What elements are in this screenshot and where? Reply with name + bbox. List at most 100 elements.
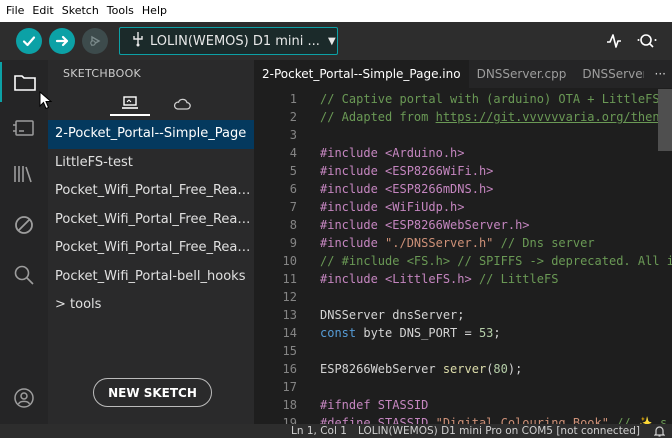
toolbar: LOLIN(WEMOS) D1 mini ... ▼	[0, 22, 672, 60]
line-number: 10	[282, 254, 297, 268]
board-name: LOLIN(WEMOS) D1 mini ...	[150, 33, 320, 49]
folder-icon	[14, 75, 36, 91]
sketchbook-panel: SKETCHBOOK 2-Pocket_Portal--Simple_Page …	[48, 60, 254, 424]
mouse-cursor	[39, 91, 53, 110]
menu-help[interactable]: Help	[138, 0, 171, 22]
line-number: 7	[289, 200, 297, 214]
library-manager-tab[interactable]	[0, 154, 48, 194]
upload-button[interactable]	[49, 28, 75, 54]
debug-icon	[15, 216, 33, 234]
menu-tools[interactable]: Tools	[103, 0, 138, 22]
panel-title: SKETCHBOOK	[63, 67, 142, 80]
code-line[interactable]: 2 // Adapted from https://git.vvvvvvaria.…	[254, 108, 672, 126]
debug-tab[interactable]	[0, 205, 48, 245]
code-line[interactable]: 19 #define STASSID "Digital Colouring Boo…	[254, 414, 672, 424]
code-line[interactable]: 1 // Captive portal with (arduino) OTA + …	[254, 90, 672, 108]
line-text: ESP8266WebServer server(80);	[320, 362, 523, 376]
verify-button[interactable]	[16, 28, 42, 54]
sketch-item[interactable]: LittleFS-test	[48, 149, 254, 178]
sketchbook-tabs	[48, 92, 254, 116]
new-sketch-button[interactable]: NEW SKETCH	[93, 378, 212, 407]
line-text: #include <LittleFS.h> // LittleFS	[320, 272, 559, 286]
tab-dnsserver-h[interactable]: DNSServer.	[574, 60, 644, 88]
line-text: // Adapted from https://git.vvvvvvaria.o…	[320, 110, 667, 124]
line-number: 16	[282, 362, 297, 376]
code-line[interactable]: 15	[254, 342, 672, 360]
sketch-item[interactable]: Pocket_Wifi_Portal-bell_hooks	[48, 263, 254, 292]
activity-bar	[0, 60, 48, 424]
code-line[interactable]: 4 #include <Arduino.h>	[254, 144, 672, 162]
sketch-item[interactable]: 2-Pocket_Portal--Simple_Page	[48, 120, 254, 149]
cursor-position[interactable]: Ln 1, Col 1	[291, 424, 347, 438]
notifications-button[interactable]	[653, 425, 666, 438]
usb-icon	[126, 31, 150, 51]
line-number: 3	[289, 128, 297, 142]
line-number: 12	[282, 290, 297, 304]
tab-dnsserver-cpp[interactable]: DNSServer.cpp	[469, 60, 575, 88]
line-number: 5	[289, 164, 297, 178]
code-line[interactable]: 6 #include <ESP8266mDNS.h>	[254, 180, 672, 198]
local-sketchbook-icon	[122, 96, 138, 109]
code-line[interactable]: 8 #include <ESP8266WebServer.h>	[254, 216, 672, 234]
search-tab[interactable]	[0, 255, 48, 295]
serial-monitor-button[interactable]	[636, 30, 658, 52]
menu-bar: File Edit Sketch Tools Help	[0, 0, 672, 22]
account-button[interactable]	[0, 378, 48, 418]
menu-file[interactable]: File	[0, 0, 28, 22]
line-number: 6	[289, 182, 297, 196]
line-number: 17	[282, 380, 297, 394]
sketch-list: 2-Pocket_Portal--Simple_Page LittleFS-te…	[48, 120, 254, 320]
editor-scrollbar[interactable]	[658, 89, 672, 151]
line-text: #ifndef STASSID	[320, 398, 429, 412]
debug-button[interactable]	[82, 28, 108, 54]
bell-icon	[653, 426, 666, 437]
cloud-sketchbook-tab[interactable]	[162, 92, 202, 116]
serial-plotter-icon	[607, 34, 621, 48]
code-line[interactable]: 3	[254, 126, 672, 144]
sketch-item[interactable]: Pocket_Wifi_Portal_Free_Readi...	[48, 234, 254, 263]
upload-icon	[55, 35, 69, 47]
local-sketchbook-tab[interactable]	[110, 92, 150, 116]
line-text: const byte DNS_PORT = 53;	[320, 326, 501, 340]
code-line[interactable]: 5 #include <ESP8266WiFi.h>	[254, 162, 672, 180]
line-number: 9	[289, 236, 297, 250]
line-text: DNSServer dnsServer;	[320, 308, 465, 322]
line-text: #include <WiFiUdp.h>	[320, 200, 465, 214]
code-line[interactable]: 14 const byte DNS_PORT = 53;	[254, 324, 672, 342]
line-text: #include <Arduino.h>	[320, 146, 465, 160]
serial-plotter-button[interactable]	[603, 30, 625, 52]
line-number: 13	[282, 308, 297, 322]
code-line[interactable]: 10 // #include <FS.h> // SPIFFS -> deprec…	[254, 252, 672, 270]
code-line[interactable]: 13 DNSServer dnsServer;	[254, 306, 672, 324]
tab-main-sketch[interactable]: 2-Pocket_Portal--Simple_Page.ino	[254, 60, 469, 88]
line-text: #include <ESP8266mDNS.h>	[320, 182, 494, 196]
code-line[interactable]: 9 #include "./DNSServer.h" // Dns server	[254, 234, 672, 252]
line-number: 4	[289, 146, 297, 160]
folder-item-tools[interactable]: > tools	[48, 291, 254, 320]
sketch-item[interactable]: Pocket_Wifi_Portal_Free_Readi...	[48, 206, 254, 235]
code-line[interactable]: 17	[254, 378, 672, 396]
code-line[interactable]: 12	[254, 288, 672, 306]
menu-edit[interactable]: Edit	[28, 0, 57, 22]
editor-tabs: 2-Pocket_Portal--Simple_Page.ino DNSServ…	[254, 60, 672, 88]
code-line[interactable]: 16 ESP8266WebServer server(80);	[254, 360, 672, 378]
chevron-down-icon: ▼	[327, 35, 336, 47]
line-text: #include <ESP8266WebServer.h>	[320, 218, 530, 232]
more-tabs-icon[interactable]: ···	[655, 60, 666, 88]
line-text: // Captive portal with (arduino) OTA + L…	[320, 92, 660, 106]
serial-monitor-icon	[637, 34, 657, 48]
search-icon	[14, 265, 34, 285]
account-icon	[14, 388, 34, 408]
line-number: 2	[289, 110, 297, 124]
menu-sketch[interactable]: Sketch	[58, 0, 103, 22]
line-text: #include "./DNSServer.h" // Dns server	[320, 236, 595, 250]
sketch-item[interactable]: Pocket_Wifi_Portal_Free_Readi...	[48, 177, 254, 206]
code-line[interactable]: 7 #include <WiFiUdp.h>	[254, 198, 672, 216]
boards-manager-tab[interactable]	[0, 108, 48, 148]
code-line[interactable]: 18 #ifndef STASSID	[254, 396, 672, 414]
board-status[interactable]: LOLIN(WEMOS) D1 mini Pro on COM5 [not co…	[358, 424, 640, 438]
code-line[interactable]: 11 #include <LittleFS.h> // LittleFS	[254, 270, 672, 288]
board-selector[interactable]: LOLIN(WEMOS) D1 mini ... ▼	[119, 27, 338, 55]
status-bar: Ln 1, Col 1 LOLIN(WEMOS) D1 mini Pro on …	[0, 424, 672, 438]
code-area[interactable]: 1 // Captive portal with (arduino) OTA + …	[254, 89, 672, 424]
